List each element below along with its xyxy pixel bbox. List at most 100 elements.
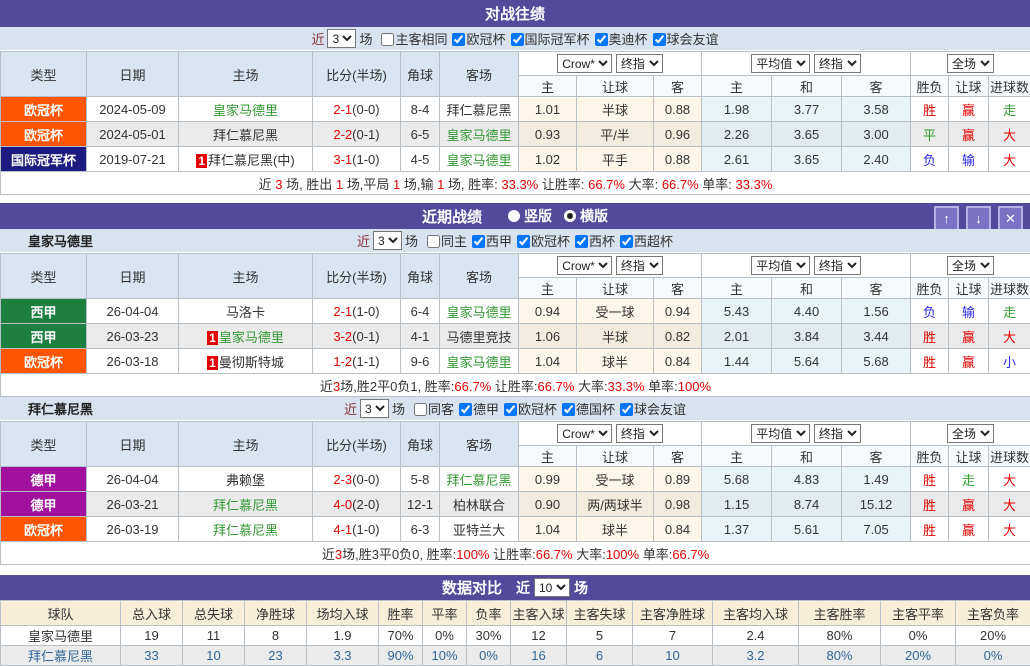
- league-checkbox[interactable]: [452, 33, 465, 46]
- subcol-avg-home: 主: [702, 278, 772, 299]
- avg-final-select[interactable]: 终指: [814, 424, 861, 443]
- fulltime-select[interactable]: 全场: [947, 54, 994, 73]
- filter-check-ucl[interactable]: 欧冠杯: [512, 231, 570, 250]
- col-date: 日期: [87, 422, 179, 467]
- filter-check-icc[interactable]: 国际冠军杯: [506, 29, 590, 48]
- odds-final-select[interactable]: 终指: [616, 424, 663, 443]
- filter-check-copa[interactable]: 西杯: [570, 231, 615, 250]
- cell-home-team[interactable]: 拜仁慕尼黑: [179, 122, 313, 147]
- cell-away-team[interactable]: 皇家马德里: [440, 349, 519, 374]
- cell-odds-line: 半球: [577, 97, 654, 122]
- league-checkbox[interactable]: [504, 403, 517, 416]
- cell-home-team[interactable]: 拜仁慕尼黑: [179, 517, 313, 542]
- filter-check-sameaway[interactable]: 同客: [409, 399, 454, 418]
- league-checkbox[interactable]: [653, 33, 666, 46]
- odds-company-select[interactable]: Crow*: [557, 256, 612, 275]
- vertical-layout-label[interactable]: 竖版: [524, 206, 552, 226]
- vertical-layout-radio[interactable]: [508, 210, 520, 222]
- avg-select[interactable]: 平均值: [751, 424, 810, 443]
- near-label: 近: [516, 578, 530, 598]
- odds-final-select[interactable]: 终指: [616, 54, 663, 73]
- cmp-value: 2.4: [713, 626, 799, 646]
- cell-home-team[interactable]: 1曼彻斯特城: [179, 349, 313, 374]
- horizontal-layout-radio[interactable]: [564, 210, 576, 222]
- league-checkbox[interactable]: [620, 403, 633, 416]
- close-icon[interactable]: ✕: [998, 206, 1023, 231]
- subcol-avg-draw: 和: [772, 76, 842, 97]
- compare-rounds-select[interactable]: 10: [534, 578, 570, 597]
- filter-check-pokal[interactable]: 德国杯: [557, 399, 615, 418]
- league-checkbox[interactable]: [562, 403, 575, 416]
- cell-odds-line: 平/半: [577, 122, 654, 147]
- odds-company-select[interactable]: Crow*: [557, 54, 612, 73]
- near-label: 近: [357, 231, 370, 250]
- cell-avg-away: 3.44: [842, 324, 911, 349]
- cell-league: 欧冠杯: [1, 122, 87, 147]
- league-checkbox[interactable]: [459, 403, 472, 416]
- cell-home-team[interactable]: 拜仁慕尼黑: [179, 492, 313, 517]
- cell-away-team[interactable]: 马德里竞技: [440, 324, 519, 349]
- cell-odds-home: 1.06: [519, 324, 577, 349]
- avg-select[interactable]: 平均值: [751, 256, 810, 275]
- filter-check-ucl[interactable]: 欧冠杯: [499, 399, 557, 418]
- cell-away-team[interactable]: 拜仁慕尼黑: [440, 467, 519, 492]
- filter-check-friendly[interactable]: 球会友谊: [615, 399, 686, 418]
- near-label: 近: [344, 399, 357, 418]
- checkbox-label: 德甲: [473, 402, 499, 417]
- league-checkbox[interactable]: [472, 235, 485, 248]
- same-away-checkbox[interactable]: [414, 403, 427, 416]
- filter-check-audi[interactable]: 奥迪杯: [590, 29, 648, 48]
- horizontal-layout-label[interactable]: 横版: [580, 206, 608, 226]
- fulltime-select[interactable]: 全场: [947, 424, 994, 443]
- cell-away-team[interactable]: 柏林联合: [440, 492, 519, 517]
- filter-check-supercopa[interactable]: 西超杯: [615, 231, 673, 250]
- cmp-team-name[interactable]: 皇家马德里: [1, 626, 121, 646]
- cmp-value: 6: [567, 646, 633, 666]
- league-checkbox[interactable]: [595, 33, 608, 46]
- filter-check-bundesliga[interactable]: 德甲: [454, 399, 499, 418]
- league-checkbox[interactable]: [575, 235, 588, 248]
- avg-final-select[interactable]: 终指: [814, 256, 861, 275]
- filter-check-samehome[interactable]: 同主: [422, 231, 467, 250]
- same-home-checkbox[interactable]: [427, 235, 440, 248]
- cell-home-team[interactable]: 马洛卡: [179, 299, 313, 324]
- cell-away-team[interactable]: 亚特兰大: [440, 517, 519, 542]
- league-checkbox[interactable]: [620, 235, 633, 248]
- filter-check-ucl[interactable]: 欧冠杯: [447, 29, 505, 48]
- rm-rounds-select[interactable]: 3: [373, 231, 402, 250]
- league-checkbox[interactable]: [517, 235, 530, 248]
- cmp-col-ha-goals-for: 主客入球: [511, 601, 567, 626]
- by-rounds-select[interactable]: 3: [360, 399, 389, 418]
- col-type: 类型: [1, 422, 87, 467]
- cell-away-team[interactable]: 皇家马德里: [440, 147, 519, 172]
- odds-final-select[interactable]: 终指: [616, 256, 663, 275]
- cell-home-team[interactable]: 1皇家马德里: [179, 324, 313, 349]
- avg-final-select[interactable]: 终指: [814, 54, 861, 73]
- cell-home-team[interactable]: 1拜仁慕尼黑(中): [179, 147, 313, 172]
- cell-home-team[interactable]: 弗赖堡: [179, 467, 313, 492]
- h2h-rounds-select[interactable]: 3: [327, 29, 356, 48]
- col-date: 日期: [87, 52, 179, 97]
- cell-odds-away: 0.89: [654, 467, 702, 492]
- rm-table: 类型 日期 主场 比分(半场) 角球 客场 Crow* 终指 平均值 终指 全场…: [0, 253, 1030, 397]
- odds-company-select[interactable]: Crow*: [557, 424, 612, 443]
- league-checkbox[interactable]: [511, 33, 524, 46]
- move-up-icon[interactable]: ↑: [934, 206, 959, 231]
- checkbox-label: 同客: [428, 402, 454, 417]
- cell-away-team[interactable]: 皇家马德里: [440, 299, 519, 324]
- checkbox-label: 西超杯: [634, 234, 673, 249]
- fulltime-select[interactable]: 全场: [947, 256, 994, 275]
- filter-check-friendly[interactable]: 球会友谊: [648, 29, 719, 48]
- same-home-away-checkbox[interactable]: [381, 33, 394, 46]
- move-down-icon[interactable]: ↓: [966, 206, 991, 231]
- cell-home-team[interactable]: 皇家马德里: [179, 97, 313, 122]
- filter-check-laliga[interactable]: 西甲: [467, 231, 512, 250]
- cell-away-team[interactable]: 皇家马德里: [440, 122, 519, 147]
- games-label: 场: [574, 578, 588, 598]
- cmp-team-name[interactable]: 拜仁慕尼黑: [1, 646, 121, 666]
- avg-select[interactable]: 平均值: [751, 54, 810, 73]
- cell-score: 2-1(1-0): [313, 299, 401, 324]
- filter-check-same[interactable]: 主客相同: [376, 29, 447, 48]
- cmp-value: 8: [245, 626, 307, 646]
- cell-away-team[interactable]: 拜仁慕尼黑: [440, 97, 519, 122]
